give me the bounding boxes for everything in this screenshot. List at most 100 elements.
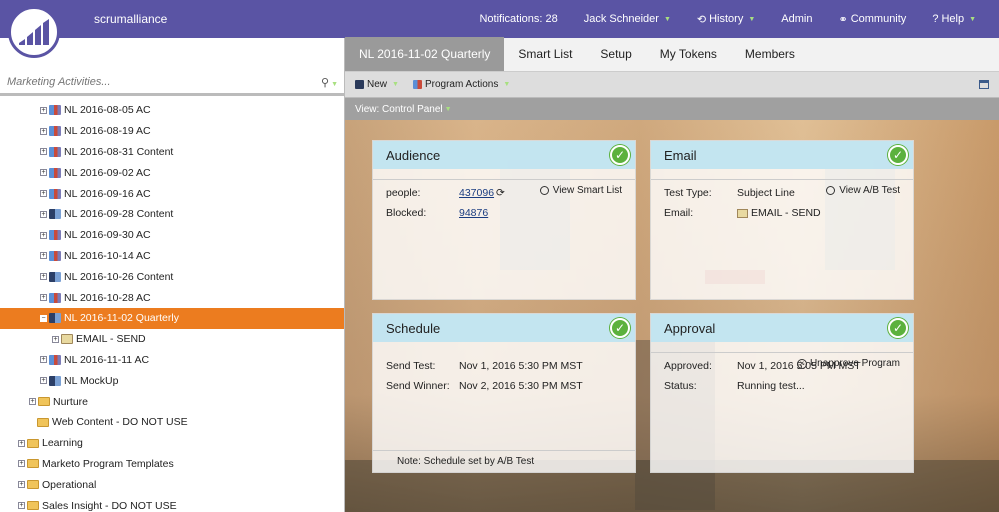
program-tabs: NL 2016-11-02 Quarterly Smart List Setup My… (345, 37, 999, 72)
expand-icon[interactable]: + (18, 439, 25, 447)
folder-icon (27, 480, 39, 490)
help-menu[interactable]: ? Help ▼ (919, 13, 989, 25)
program-actions-icon (412, 80, 422, 89)
tree-search-input[interactable] (7, 76, 287, 88)
blocked-label: Blocked: (386, 207, 427, 219)
schedule-note: Note: Schedule set by A/B Test (373, 450, 635, 472)
collapse-icon[interactable]: − (40, 314, 47, 322)
approval-title: Approval (664, 320, 716, 336)
tab-nl-2016-11-02-quarterly[interactable]: NL 2016-11-02 Quarterly (345, 37, 505, 71)
expand-icon[interactable]: + (40, 377, 47, 385)
tree-item[interactable]: + Sales Insight - DO NOT USE (0, 495, 344, 512)
tree-item[interactable]: + NL 2016-08-05 AC (0, 100, 344, 121)
approval-card-header: Approval ✓ (651, 314, 913, 342)
program-icon (49, 105, 61, 116)
tree-item-label: NL 2016-10-26 Content (64, 270, 174, 283)
program-actions-button[interactable]: Program Actions ▼ (412, 79, 510, 90)
expand-icon[interactable]: + (40, 169, 47, 177)
email-asset-link[interactable]: EMAIL - SEND (751, 207, 821, 219)
tab-members[interactable]: Members (731, 37, 809, 71)
expand-icon[interactable]: + (40, 127, 47, 135)
expand-icon[interactable]: + (40, 356, 47, 364)
email-title: Email (664, 147, 697, 163)
expand-icon[interactable]: + (18, 502, 25, 510)
tree-item[interactable]: + NL 2016-09-30 AC (0, 225, 344, 246)
expand-icon[interactable]: + (18, 460, 25, 468)
community-link[interactable]: ⚭ Community (825, 13, 919, 26)
expand-icon[interactable]: + (29, 398, 36, 406)
tree-item[interactable]: + Nurture (0, 391, 344, 412)
tree-item[interactable]: + Operational (0, 474, 344, 495)
tab-my-tokens[interactable]: My Tokens (646, 37, 731, 71)
schedule-note-label: Note: Schedule set by A/B Test (397, 456, 535, 467)
view-selector[interactable]: View: Control Panel ▼ (345, 98, 999, 120)
program-icon (49, 146, 61, 157)
tree-item[interactable]: + NL 2016-08-19 AC (0, 121, 344, 142)
tree-item[interactable]: + NL 2016-10-28 AC (0, 287, 344, 308)
tree-item[interactable]: + NL 2016-09-16 AC (0, 183, 344, 204)
history-icon: ⟲ (696, 13, 707, 26)
history-menu[interactable]: ⟲ History ▼ (684, 13, 768, 26)
check-icon: ✓ (610, 318, 630, 338)
tree-item[interactable]: + Learning (0, 433, 344, 454)
send-test-value: Nov 1, 2016 5:30 PM MST (459, 360, 583, 372)
search-icon (539, 186, 549, 195)
new-button[interactable]: New ▼ (355, 79, 399, 90)
history-label: History (709, 13, 744, 25)
tree-item-label: NL 2016-08-19 AC (64, 125, 151, 138)
tree-item[interactable]: + NL 2016-08-31 Content (0, 142, 344, 163)
tree-item[interactable]: + NL 2016-10-26 Content (0, 266, 344, 287)
tree-item[interactable]: + NL 2016-11-11 AC (0, 350, 344, 371)
program-toolbar: New ▼ Program Actions ▼ (345, 72, 999, 98)
program-icon (49, 250, 61, 261)
expand-icon[interactable]: + (40, 190, 47, 198)
send-test-label: Send Test: (386, 360, 436, 372)
tab-setup[interactable]: Setup (586, 37, 645, 71)
tree-item[interactable]: + NL MockUp (0, 370, 344, 391)
tree-item-label: NL 2016-09-30 AC (64, 229, 151, 242)
tree-item[interactable]: − NL 2016-11-02 Quarterly (0, 307, 344, 329)
folder-icon (27, 459, 39, 469)
status-label: Status: (664, 380, 697, 392)
unapprove-program-button[interactable]: × Unapprove Program (651, 352, 913, 374)
notifications-link[interactable]: Notifications: 28 (466, 13, 570, 25)
user-menu[interactable]: Jack Schneider ▼ (571, 13, 684, 25)
audience-title: Audience (386, 147, 441, 163)
expand-icon[interactable]: + (40, 148, 47, 156)
view-smart-list-link[interactable]: View Smart List (373, 179, 635, 201)
view-ab-test-label: View A/B Test (839, 185, 900, 196)
maximize-icon[interactable] (979, 80, 989, 89)
expand-icon[interactable]: + (40, 294, 47, 302)
tree-item[interactable]: + EMAIL - SEND (0, 329, 344, 350)
send-winner-label: Send Winner: (386, 380, 450, 392)
folder-icon (27, 438, 39, 448)
tree-item[interactable]: Web Content - DO NOT USE (0, 412, 344, 433)
view-label: View: Control Panel (355, 103, 443, 115)
program-icon (49, 126, 61, 137)
expand-icon[interactable]: + (40, 273, 47, 281)
search-options-icon[interactable]: ⚲ ▼ (321, 76, 338, 89)
email-card: Email ✓ Test Type: Subject Line Email: EMA… (650, 140, 914, 300)
expand-icon[interactable]: + (52, 335, 59, 343)
expand-icon[interactable]: + (40, 210, 47, 218)
tree-item-label: Web Content - DO NOT USE (52, 416, 188, 429)
expand-icon[interactable]: + (40, 231, 47, 239)
expand-icon[interactable]: + (18, 481, 25, 489)
tree-item[interactable]: + NL 2016-09-02 AC (0, 162, 344, 183)
expand-icon[interactable]: + (40, 106, 47, 114)
unapprove-program-label: Unapprove Program (809, 358, 900, 369)
tree-item-label: Operational (42, 478, 97, 491)
admin-link[interactable]: Admin (768, 13, 825, 25)
tab-smart-list[interactable]: Smart List (504, 37, 586, 71)
tree-item[interactable]: + NL 2016-09-28 Content (0, 204, 344, 225)
email-icon (61, 334, 73, 345)
marketo-logo[interactable] (8, 6, 60, 58)
view-ab-test-link[interactable]: View A/B Test (651, 179, 913, 201)
tree-item[interactable]: + NL 2016-10-14 AC (0, 246, 344, 267)
status-value: Running test... (737, 380, 805, 392)
view-smart-list-label: View Smart List (552, 185, 622, 196)
tree-item[interactable]: + Marketo Program Templates (0, 454, 344, 475)
approval-card: Approval ✓ Approved: Nov 1, 2016 5:05 PM … (650, 313, 914, 473)
blocked-count-link[interactable]: 94876 (459, 207, 488, 219)
expand-icon[interactable]: + (40, 252, 47, 260)
